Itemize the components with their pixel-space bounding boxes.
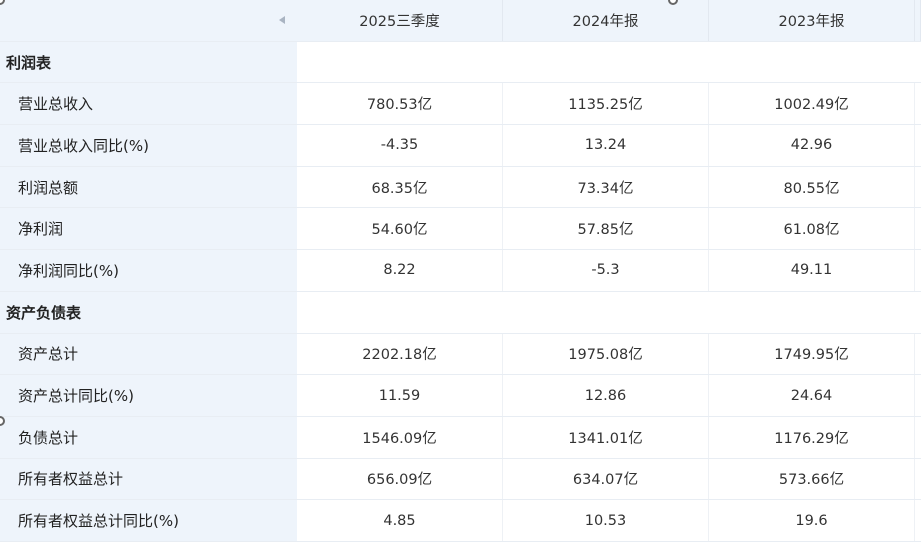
overflow-cell: [915, 375, 921, 416]
table-row[interactable]: 所有者权益总计同比(%) 4.85 10.53 19.6: [0, 500, 921, 542]
table-row[interactable]: 净利润 54.60亿 57.85亿 61.08亿: [0, 208, 921, 251]
overflow-cell: [915, 500, 921, 541]
section-spacer: [297, 291, 921, 333]
overflow-cell: [915, 417, 921, 458]
row-label: 利润总额: [0, 166, 297, 208]
overflow-cell: [915, 459, 921, 500]
value-cell: 42.96: [709, 125, 915, 166]
table-row[interactable]: 资产总计同比(%) 11.59 12.86 24.64: [0, 375, 921, 417]
column-header[interactable]: 2023年报: [709, 0, 915, 41]
section-row-income: 利润表: [0, 41, 921, 84]
value-cell: 1341.01亿: [503, 416, 709, 458]
value-cell: 61.08亿: [709, 208, 915, 250]
value-cell: 656.09亿: [297, 458, 503, 500]
column-header[interactable]: 2025三季度: [297, 0, 503, 41]
section-row-balance: 资产负债表: [0, 291, 921, 334]
section-title: 利润表: [0, 41, 297, 83]
value-cell: 2202.18亿: [297, 333, 503, 375]
value-cell: 68.35亿: [297, 166, 503, 208]
header-label-cell: [0, 0, 297, 41]
row-label: 负债总计: [0, 416, 297, 458]
overflow-cell: [915, 167, 921, 208]
value-cell: 8.22: [297, 250, 503, 291]
table-row[interactable]: 利润总额 68.35亿 73.34亿 80.55亿: [0, 166, 921, 209]
overflow-cell: [915, 250, 921, 291]
table-header-row: 2025三季度 2024年报 2023年报: [0, 0, 921, 42]
value-cell: 573.66亿: [709, 458, 915, 500]
overflow-cell: [915, 125, 921, 166]
column-header-overflow: [915, 0, 921, 41]
section-title: 资产负债表: [0, 291, 297, 333]
overflow-cell: [915, 334, 921, 375]
row-label: 净利润: [0, 208, 297, 250]
table-row[interactable]: 负债总计 1546.09亿 1341.01亿 1176.29亿: [0, 416, 921, 459]
row-label: 净利润同比(%): [0, 250, 297, 291]
table-row[interactable]: 净利润同比(%) 8.22 -5.3 49.11: [0, 250, 921, 292]
value-cell: 57.85亿: [503, 208, 709, 250]
value-cell: 1176.29亿: [709, 416, 915, 458]
value-cell: 780.53亿: [297, 83, 503, 125]
value-cell: 12.86: [503, 375, 709, 416]
value-cell: 49.11: [709, 250, 915, 291]
row-label: 营业总收入同比(%): [0, 125, 297, 166]
row-label: 所有者权益总计: [0, 458, 297, 500]
row-label: 所有者权益总计同比(%): [0, 500, 297, 541]
table-row[interactable]: 所有者权益总计 656.09亿 634.07亿 573.66亿: [0, 458, 921, 501]
value-cell: 19.6: [709, 500, 915, 541]
value-cell: 24.64: [709, 375, 915, 416]
value-cell: 1002.49亿: [709, 83, 915, 125]
row-label: 资产总计同比(%): [0, 375, 297, 416]
overflow-cell: [915, 83, 921, 124]
value-cell: 10.53: [503, 500, 709, 541]
column-header[interactable]: 2024年报: [503, 0, 709, 41]
row-label: 资产总计: [0, 333, 297, 375]
table-row[interactable]: 营业总收入 780.53亿 1135.25亿 1002.49亿: [0, 83, 921, 126]
value-cell: 11.59: [297, 375, 503, 416]
value-cell: 1135.25亿: [503, 83, 709, 125]
value-cell: 13.24: [503, 125, 709, 166]
section-spacer: [297, 41, 921, 83]
table-row[interactable]: 营业总收入同比(%) -4.35 13.24 42.96: [0, 125, 921, 167]
value-cell: 634.07亿: [503, 458, 709, 500]
financial-table: 2025三季度 2024年报 2023年报 利润表 营业总收入 780.53亿 …: [0, 0, 921, 542]
table-row[interactable]: 资产总计 2202.18亿 1975.08亿 1749.95亿: [0, 333, 921, 376]
value-cell: 1546.09亿: [297, 416, 503, 458]
value-cell: 80.55亿: [709, 166, 915, 208]
value-cell: 4.85: [297, 500, 503, 541]
triangle-left-icon[interactable]: [279, 16, 285, 25]
value-cell: -4.35: [297, 125, 503, 166]
overflow-cell: [915, 208, 921, 249]
value-cell: 1749.95亿: [709, 333, 915, 375]
value-cell: 1975.08亿: [503, 333, 709, 375]
row-label: 营业总收入: [0, 83, 297, 125]
value-cell: -5.3: [503, 250, 709, 291]
value-cell: 54.60亿: [297, 208, 503, 250]
value-cell: 73.34亿: [503, 166, 709, 208]
